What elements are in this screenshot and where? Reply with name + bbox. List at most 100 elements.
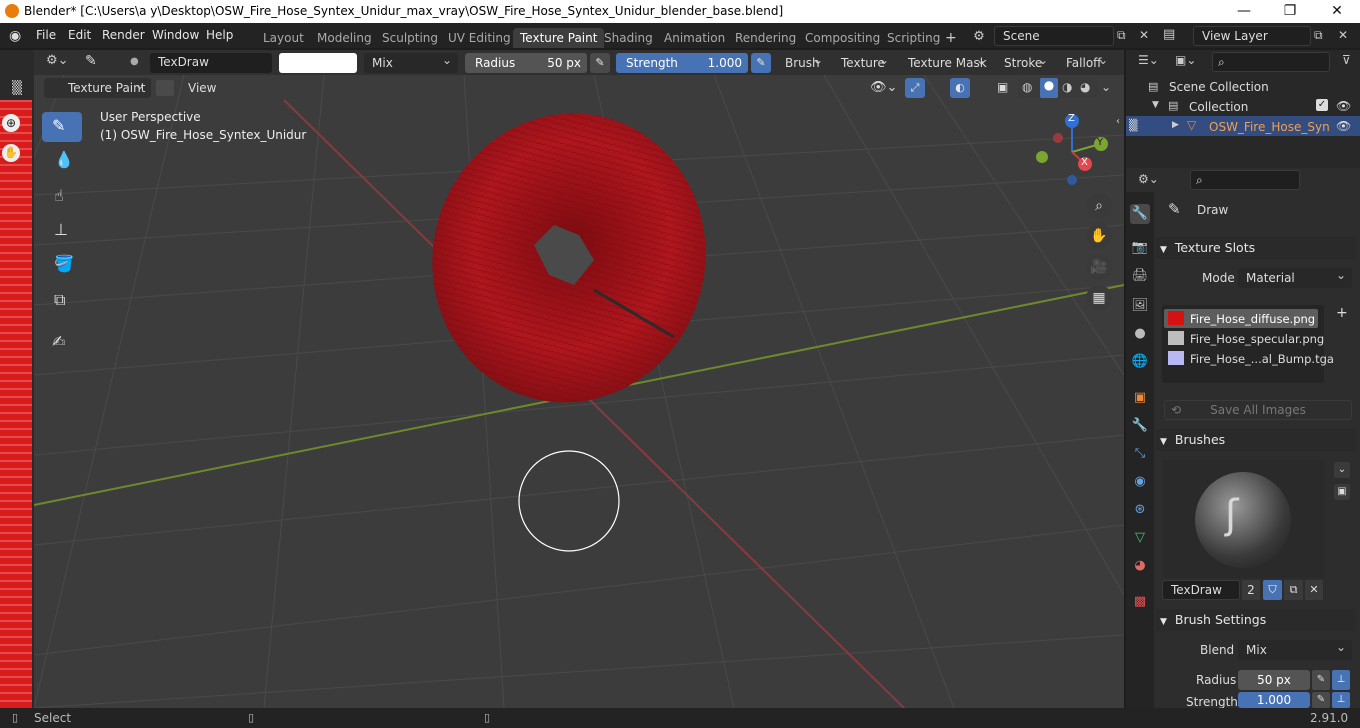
duplicate-brush-icon[interactable]: ⧉ [1284,580,1303,600]
mode-dropdown[interactable]: Texture Paint [44,75,151,98]
radius-pressure-icon[interactable]: ✎ [590,53,610,73]
strength-unit-icon[interactable]: ⊥ [1332,692,1350,708]
object-expand-icon[interactable]: ▶ [1172,120,1179,130]
radius-slider[interactable]: Radius 50 px [465,53,587,73]
brush-menu[interactable]: Brush [777,50,829,73]
strength-prop-pressure-icon[interactable]: ✎ [1312,692,1330,708]
radius-prop-slider[interactable]: 50 px [1238,670,1310,690]
scene-field[interactable]: Scene [994,26,1114,46]
sidebar-toggle-icon[interactable]: ‹ [1116,116,1120,127]
tab-sculpting[interactable]: Sculpting [375,28,445,48]
wireframe-shading-icon[interactable]: ◍ [1022,80,1032,94]
brush-users-count[interactable]: 2 [1242,580,1260,600]
new-view-layer-icon[interactable]: ⧉ [1314,28,1323,43]
collection-expand-icon[interactable]: ▼ [1152,100,1159,110]
collection-checkbox[interactable]: ✓ [1316,99,1328,111]
material-shading-icon[interactable]: ◑ [1062,80,1072,94]
tab-uv-editing[interactable]: UV Editing [441,28,518,48]
object-tab-icon[interactable]: ▣ [1130,388,1150,408]
filter-icon[interactable]: ⊽ [1342,53,1351,67]
display-mode-icon[interactable]: ▣⌄ [1175,53,1196,67]
gizmo-toggle-icon[interactable]: ⤢ [905,78,925,98]
blend-mode-dropdown[interactable]: Mix [364,50,458,73]
tab-shading[interactable]: Shading [597,28,660,48]
3d-viewport[interactable]: User Perspective (1) OSW_Fire_Hose_Synte… [34,75,1124,708]
tool-settings-icon[interactable]: ⚙⌄ [46,53,69,68]
menu-help[interactable]: Help [206,28,233,42]
fake-user-shield-icon[interactable]: ⛉ [1263,580,1282,600]
navigation-gizmo[interactable]: Z Y X [1030,112,1125,192]
stroke-menu[interactable]: Stroke [996,50,1054,73]
brush-image-icon[interactable]: ▣ [1334,484,1350,500]
texture-menu[interactable]: Texture [833,50,895,73]
tab-modeling[interactable]: Modeling [310,28,379,48]
view-layer-field[interactable]: View Layer [1193,26,1311,46]
delete-scene-icon[interactable]: ✕ [1139,28,1149,42]
radius-prop-pressure-icon[interactable]: ✎ [1312,670,1330,690]
texture-tab-icon[interactable]: ▩ [1130,592,1150,612]
menu-edit[interactable]: Edit [68,28,91,42]
maximize-icon[interactable]: ❐ [1267,0,1313,23]
brush-icon[interactable]: ✎ [85,53,97,69]
brush-preview[interactable]: ʃ [1162,460,1324,578]
object-visibility-icon[interactable]: 👁 [1336,119,1351,133]
pan-hand-icon[interactable]: ✋ [2,144,20,162]
overlays-icon[interactable]: ◐ [950,78,970,98]
slot-mode-dropdown[interactable]: Material [1238,265,1352,288]
properties-editor-icon[interactable]: ⚙⌄ [1138,172,1159,186]
tab-texture-paint[interactable]: Texture Paint [513,28,605,48]
texture-slots-header[interactable]: ▼ Texture Slots [1156,237,1356,259]
fill-tool-button[interactable]: 🪣 [42,250,82,280]
particles-tab-icon[interactable]: ⤡ [1130,444,1150,464]
modifier-tab-icon[interactable]: 🔧 [1130,416,1150,436]
output-tab-icon[interactable]: 🖨 [1130,266,1150,286]
zoom-icon[interactable]: ⊕ [2,114,20,132]
physics-tab-icon[interactable]: ◉ [1130,472,1150,492]
mask-tool-button[interactable]: ⧉ [42,286,82,316]
render-tab-icon[interactable]: 📷 [1130,238,1150,258]
tab-layout[interactable]: Layout [256,28,311,48]
material-tab-icon[interactable]: ◕ [1130,556,1150,576]
draw-tool-button[interactable]: ✎ [42,112,82,142]
strength-pressure-icon[interactable]: ✎ [751,53,771,73]
falloff-menu[interactable]: Falloff [1058,50,1114,73]
radius-unit-icon[interactable]: ⊥ [1332,670,1350,690]
view-layer-tab-icon[interactable]: 🖼 [1130,296,1150,316]
menu-render[interactable]: Render [102,28,145,42]
solid-shading-icon[interactable]: ● [1040,78,1058,98]
add-workspace-icon[interactable]: + [945,30,957,46]
perspective-toggle-icon[interactable]: ▦ [1086,285,1112,311]
brush-settings-header[interactable]: ▼ Brush Settings [1156,609,1356,631]
view-menu[interactable]: View [182,78,222,98]
tab-compositing[interactable]: Compositing [798,28,887,48]
new-scene-icon[interactable]: ⧉ [1117,28,1126,43]
scene-icon[interactable]: ⚙ [966,27,992,47]
scene-collection-label[interactable]: Scene Collection [1169,80,1269,94]
tab-animation[interactable]: Animation [657,28,732,48]
minimize-icon[interactable]: — [1221,0,1267,23]
close-icon[interactable]: ✕ [1314,0,1360,23]
strength-prop-slider[interactable]: 1.000 [1238,692,1310,708]
overlay-toggle-icon[interactable] [156,80,174,96]
collection-label[interactable]: Collection [1189,100,1248,114]
smear-tool-button[interactable]: ☝ [42,182,82,212]
camera-view-icon[interactable]: 🎥 [1086,254,1112,280]
properties-search-field[interactable]: ⌕ [1190,170,1300,190]
color-swatch[interactable] [279,53,357,73]
brush-datablock-field[interactable]: TexDraw [1162,580,1240,600]
rendered-shading-icon[interactable]: ◕ [1080,80,1090,94]
save-all-images-button[interactable]: ⟲ Save All Images [1164,400,1352,420]
tab-rendering[interactable]: Rendering [728,28,803,48]
menu-window[interactable]: Window [152,28,199,42]
pan-view-icon[interactable]: ✋ [1086,223,1112,249]
visibility-eye-icon[interactable]: 👁⌄ [870,80,897,95]
brush-browse-icon[interactable]: ● [130,56,139,67]
xray-icon[interactable]: ▣ [997,80,1008,94]
brush-options-icon[interactable]: ⌄ [1334,462,1350,478]
slot-name-bump[interactable]: Fire_Hose_...al_Bump.tga [1190,352,1334,366]
slot-name-specular[interactable]: Fire_Hose_specular.png [1190,332,1324,346]
constraints-tab-icon[interactable]: ⊛ [1130,500,1150,520]
annotate-tool-button[interactable]: ✍ [42,328,82,358]
shading-options-icon[interactable]: ⌄ [1101,80,1111,94]
tab-scripting[interactable]: Scripting [880,28,947,48]
